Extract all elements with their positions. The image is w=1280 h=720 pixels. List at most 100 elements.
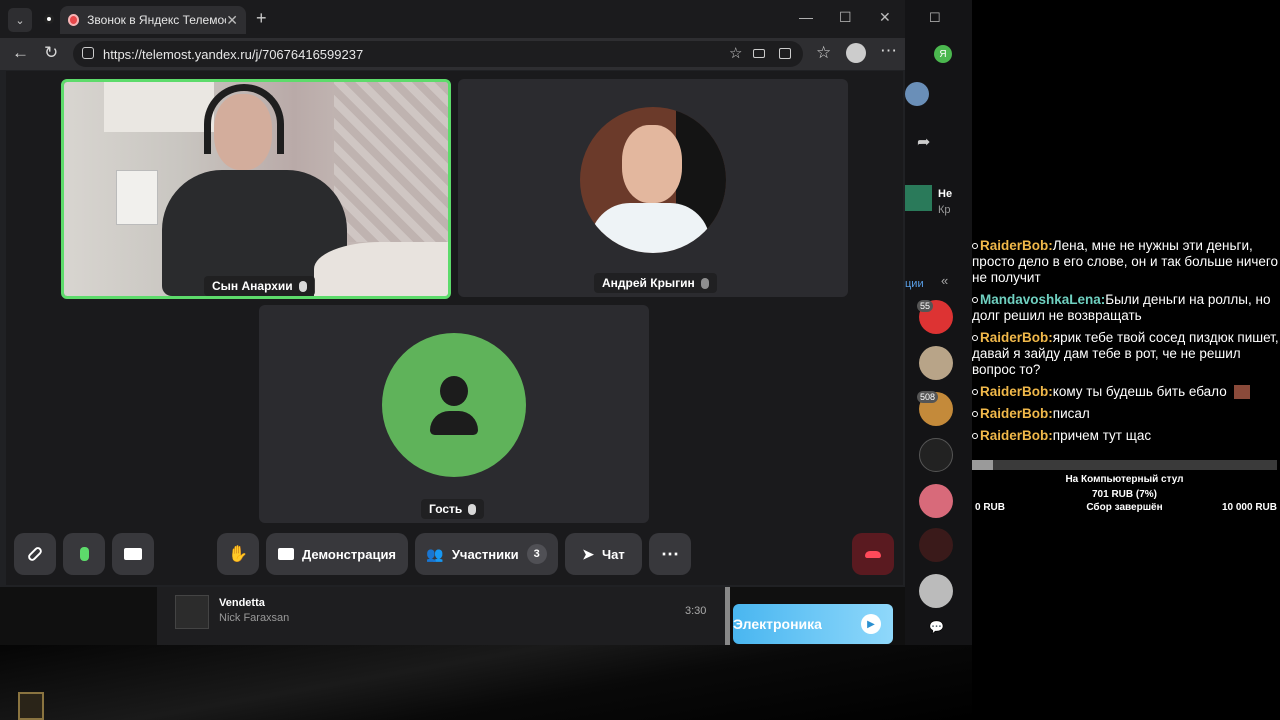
side-text-2: Кр [938, 204, 951, 216]
mic-icon [468, 503, 477, 515]
bullet-icon [972, 335, 978, 342]
music-player-panel: Vendetta Nick Faraxsan 3:30 Электроника … [0, 587, 905, 645]
close-tab-icon[interactable]: ✕ [226, 12, 238, 29]
participant-tile-2[interactable]: Андрей Крыгин [458, 79, 848, 297]
goal-progress-track [972, 460, 1277, 470]
microphone-button[interactable] [63, 533, 105, 575]
kitchen-stove [116, 170, 158, 225]
link-icon [26, 545, 44, 563]
new-tab-icon[interactable]: + [256, 8, 267, 29]
stream-background [0, 645, 972, 720]
play-icon: ▶ [861, 614, 881, 634]
side-text-1: Не [938, 188, 953, 200]
chat-text: кому ты будешь бить ебало [1052, 384, 1227, 399]
chat-username: RaiderBob: [980, 428, 1053, 443]
chat-button[interactable]: ➤ Чат [565, 533, 642, 575]
raise-hand-button[interactable]: ✋ [217, 533, 259, 575]
favorite-icon[interactable]: ☆ [729, 44, 742, 62]
profile-avatar[interactable] [905, 82, 929, 106]
maximize-icon[interactable]: ☐ [839, 9, 852, 26]
chat-text: причем тут щас [1052, 428, 1152, 443]
participant-name-tag: Андрей Крыгин [594, 273, 717, 293]
track-row[interactable]: Vendetta Nick Faraxsan 3:30 [157, 587, 725, 645]
send-icon: ➤ [582, 545, 594, 562]
collapse-icon[interactable]: « [941, 273, 948, 288]
camera-permission-icon[interactable] [753, 49, 765, 58]
close-window-icon[interactable]: ✕ [879, 9, 891, 26]
goal-max: 10 000 RUB [1221, 502, 1277, 513]
reload-icon[interactable]: ↻ [44, 43, 58, 63]
genre-label: Электроника [733, 616, 822, 632]
chat-avatar[interactable] [919, 438, 953, 472]
bullet-icon [972, 243, 978, 250]
donation-goal: На Компьютерный стул 701 RUB (7%) 0 RUB … [972, 460, 1277, 515]
more-button[interactable]: ⋯ [649, 533, 691, 575]
screen-share-label: Демонстрация [301, 546, 397, 562]
side-maximize-icon[interactable]: ☐ [929, 10, 941, 26]
camera-icon [124, 548, 142, 560]
more-options-icon[interactable]: ⋯ [880, 41, 897, 61]
participant-tile-1[interactable]: Сын Анархии [61, 79, 451, 299]
chat-avatar[interactable] [919, 574, 953, 608]
participant-tile-3[interactable]: Гость [259, 305, 649, 523]
screen-share-button[interactable]: Демонстрация [266, 533, 408, 575]
profile-avatar-icon[interactable] [846, 43, 866, 63]
profile-dot-icon [44, 14, 54, 24]
track-artist: Nick Faraxsan [219, 612, 290, 624]
avatar-shirt [590, 203, 710, 253]
chat-bubble-icon[interactable]: 💬 [929, 620, 944, 634]
favorites-icon[interactable]: ☆ [816, 43, 831, 63]
hand-icon: ✋ [228, 546, 248, 563]
chat-username: RaiderBob: [980, 406, 1053, 421]
headphones [204, 84, 284, 154]
participants-button[interactable]: 👥 Участники 3 [415, 533, 558, 575]
telemost-page: Сын Анархии Андрей Крыгин Гость ✋ Демонс… [6, 71, 903, 585]
copy-link-button[interactable] [14, 533, 56, 575]
share-icon[interactable]: ➦ [917, 132, 930, 152]
wallpaper [334, 82, 448, 242]
chat-avatar[interactable] [919, 346, 953, 380]
chat-message: RaiderBob:Лена, мне не нужны эти деньги,… [972, 238, 1280, 286]
chat-text: писал [1052, 406, 1090, 421]
chat-message: RaiderBob:кому ты будешь бить ебало [972, 384, 1280, 400]
unread-badge: 55 [917, 300, 934, 312]
chat-avatar[interactable] [919, 528, 953, 562]
participants-count: 3 [526, 544, 547, 564]
minimize-icon[interactable]: — [799, 9, 813, 25]
mic-icon [79, 547, 89, 561]
chat-username: RaiderBob: [980, 238, 1053, 253]
url-text: https://telemost.yandex.ru/j/70676416599… [103, 46, 364, 62]
track-duration: 3:30 [685, 605, 707, 617]
unread-badge: 508 [917, 391, 939, 403]
camera-button[interactable] [112, 533, 154, 575]
tab-list-icon[interactable]: ⌄ [8, 8, 32, 32]
side-panel: ☐ Я ➦ Не Кр ции « 55 508 💬 [905, 0, 972, 645]
screen-icon [277, 548, 294, 560]
goal-progress-fill [972, 460, 994, 470]
album-cover [175, 595, 209, 629]
chat-username: MandavoshkaLena: [980, 292, 1106, 307]
back-icon[interactable]: ← [12, 43, 29, 63]
recording-icon [68, 14, 80, 26]
chat-label: Чат [602, 546, 625, 562]
browser-window: ⌄ Звонок в Яндекс Телемосте ✕ + — ☐ ✕ ← … [0, 0, 905, 587]
genre-button[interactable]: Электроника ▶ [733, 604, 893, 644]
side-link[interactable]: ции [905, 278, 924, 290]
site-info-icon[interactable] [82, 47, 94, 59]
scrollbar[interactable] [725, 587, 730, 645]
screen-share-indicator-icon[interactable] [779, 48, 791, 59]
hangup-icon [865, 550, 881, 558]
chat-message: MandavoshkaLena:Были деньги на роллы, но… [972, 292, 1280, 324]
mic-icon [298, 280, 307, 292]
address-bar[interactable]: https://telemost.yandex.ru/j/70676416599… [73, 41, 803, 67]
participants-label: Участники [451, 546, 519, 562]
participant-name-tag: Сын Анархии [204, 276, 315, 296]
chat-message: RaiderBob:ярик тебе твой сосед пиздюк пи… [972, 330, 1280, 378]
mic-muted-icon [700, 277, 709, 289]
tab-telemost[interactable]: Звонок в Яндекс Телемосте ✕ [60, 6, 246, 34]
yandex-icon[interactable]: Я [934, 45, 952, 63]
end-call-button[interactable] [852, 533, 894, 575]
chat-avatar[interactable] [919, 484, 953, 518]
participant-name-tag: Гость [421, 499, 485, 519]
emote-icon [1234, 385, 1251, 400]
